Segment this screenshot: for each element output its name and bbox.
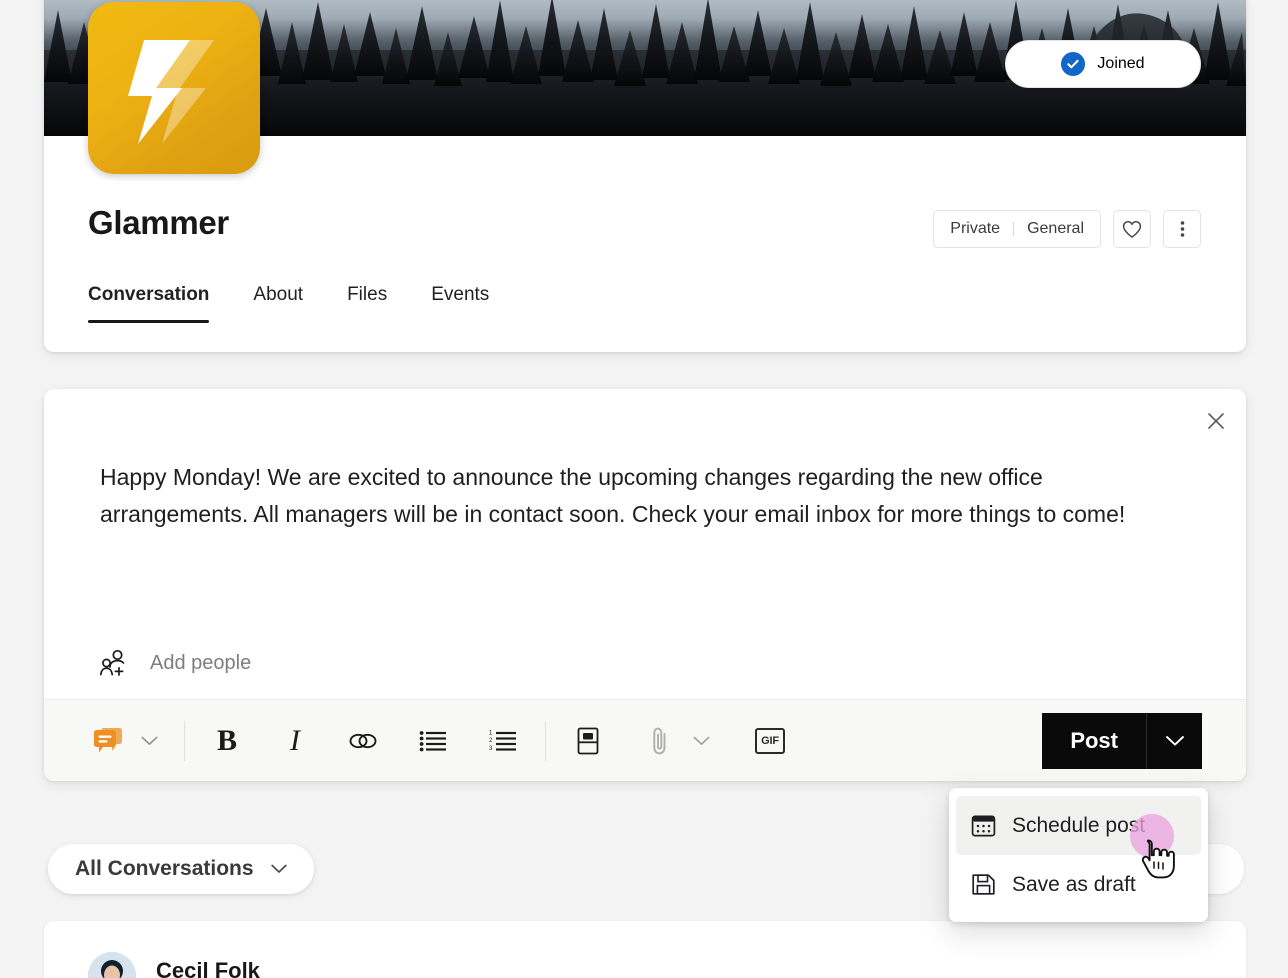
tab-about[interactable]: About — [231, 284, 325, 323]
menu-item-schedule-post[interactable]: Schedule post — [956, 796, 1201, 855]
italic-button[interactable]: I — [271, 717, 319, 765]
group-header-card: Joined Glammer Private General Conversat… — [44, 0, 1246, 352]
privacy-label: Private — [950, 220, 1001, 237]
tab-label: Events — [431, 284, 490, 305]
tab-label: Files — [347, 284, 388, 305]
close-icon — [1208, 413, 1224, 429]
numbered-list-button[interactable]: 1 2 3 — [479, 717, 527, 765]
composer-toolbar: B I 1 2 3 GIF Post — [44, 699, 1246, 781]
avatar — [88, 952, 136, 978]
menu-item-label: Save as draft — [1012, 872, 1136, 896]
joined-label: Joined — [1097, 55, 1145, 72]
menu-item-label: Schedule post — [1012, 813, 1146, 837]
gif-label: GIF — [755, 727, 785, 754]
joined-check-icon — [1061, 52, 1086, 76]
group-privacy-badge[interactable]: Private General — [933, 210, 1101, 248]
more-options-button[interactable] — [1163, 210, 1201, 248]
message-type-caret[interactable] — [132, 719, 166, 763]
add-person-icon — [100, 649, 125, 676]
conversation-filter-dropdown[interactable]: All Conversations — [48, 844, 314, 894]
bulleted-list-button[interactable] — [409, 717, 457, 765]
yammer-group-page: Joined Glammer Private General Conversat… — [0, 0, 1288, 978]
category-label: General — [1027, 220, 1084, 237]
tab-files[interactable]: Files — [325, 284, 409, 323]
numbered-list-icon: 1 2 3 — [489, 730, 516, 751]
bulleted-list-icon — [419, 730, 446, 751]
composer-body: Happy Monday! We are excited to announce… — [44, 389, 1246, 627]
divider — [1013, 222, 1015, 236]
tab-label: About — [253, 284, 304, 305]
message-type-group — [84, 717, 166, 765]
svg-text:3: 3 — [489, 745, 493, 751]
favorite-button[interactable] — [1113, 210, 1151, 248]
group-avatar-icon — [88, 2, 260, 174]
post-button[interactable]: Post — [1042, 712, 1146, 769]
tab-events[interactable]: Events — [409, 284, 511, 323]
announcement-icon — [94, 727, 122, 752]
message-type-button[interactable] — [84, 717, 132, 765]
lightning-bolt-icon — [128, 40, 214, 144]
italic-label: I — [290, 723, 300, 757]
toolbar-divider — [184, 720, 185, 761]
post-author-name: Cecil Folk — [156, 958, 260, 978]
insert-group: GIF — [564, 717, 794, 765]
link-button[interactable] — [339, 717, 387, 765]
menu-item-save-as-draft[interactable]: Save as draft — [956, 855, 1201, 914]
chevron-down-icon — [270, 864, 287, 873]
bold-button[interactable]: B — [203, 717, 251, 765]
message-input[interactable]: Happy Monday! We are excited to announce… — [100, 459, 1160, 533]
chevron-down-icon — [693, 736, 709, 745]
post-button-group: Post — [1042, 712, 1202, 769]
paperclip-icon — [653, 727, 666, 754]
heart-icon — [1122, 220, 1142, 238]
svg-text:2: 2 — [489, 738, 493, 744]
close-composer-button[interactable] — [1198, 403, 1234, 439]
add-people-input[interactable]: Add people — [150, 652, 251, 675]
svg-text:1: 1 — [489, 730, 493, 736]
praise-badge-icon — [577, 727, 599, 754]
save-disk-icon — [970, 872, 996, 897]
link-icon — [349, 733, 377, 748]
gif-button[interactable]: GIF — [746, 717, 794, 765]
joined-button[interactable]: Joined — [1005, 40, 1201, 88]
attach-file-button[interactable] — [636, 717, 684, 765]
feed-post-card: Cecil Folk — [44, 921, 1246, 978]
chevron-down-icon — [1165, 735, 1184, 746]
post-options-menu: Schedule post Save as draft — [949, 788, 1208, 922]
text-format-group: B I 1 2 3 — [203, 717, 527, 765]
attach-caret[interactable] — [684, 719, 718, 763]
bold-label: B — [216, 723, 237, 757]
tab-conversation[interactable]: Conversation — [88, 284, 231, 323]
add-people-row[interactable]: Add people — [44, 627, 1246, 699]
chevron-down-icon — [141, 736, 157, 745]
tab-label: Conversation — [88, 284, 210, 305]
group-tabs: Conversation About Files Events — [88, 284, 511, 323]
post-options-caret[interactable] — [1146, 712, 1202, 769]
toolbar-divider — [545, 720, 546, 761]
page-title: Glammer — [88, 204, 229, 241]
header-meta-group: Private General — [933, 210, 1201, 248]
praise-button[interactable] — [564, 717, 612, 765]
calendar-icon — [970, 813, 996, 838]
more-vertical-icon — [1180, 221, 1184, 237]
filter-label: All Conversations — [75, 857, 254, 880]
post-composer: Happy Monday! We are excited to announce… — [44, 389, 1246, 781]
